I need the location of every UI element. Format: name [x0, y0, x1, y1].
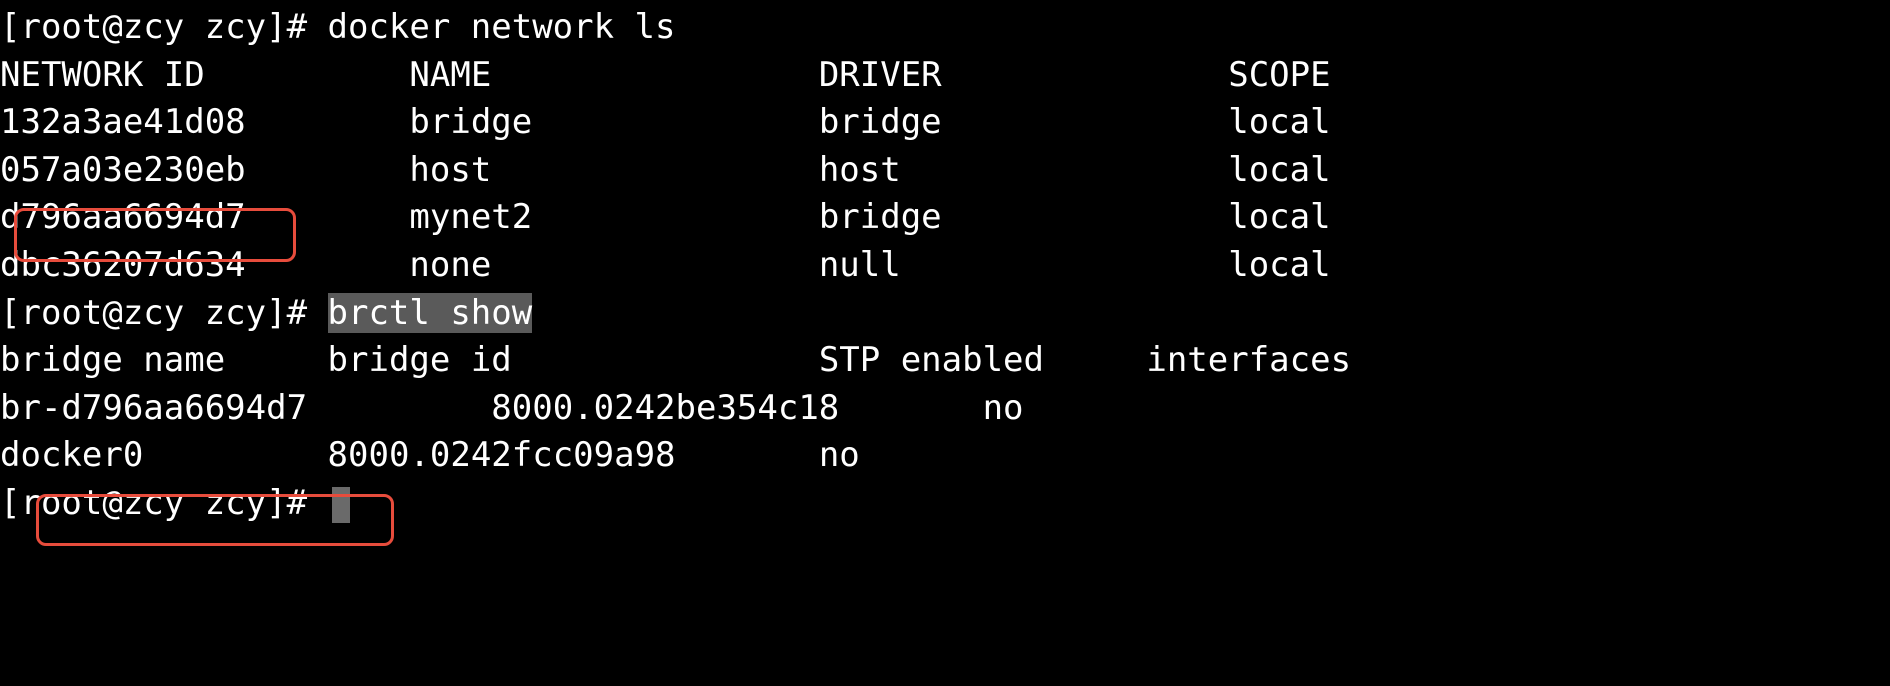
cursor — [332, 487, 350, 523]
shell-prompt: [root@zcy zcy]# — [0, 7, 328, 47]
cell-scope: local — [1228, 150, 1330, 190]
cell-stp: no — [819, 435, 860, 475]
cell-scope: local — [1228, 245, 1330, 285]
cell-id: 057a03e230eb — [0, 150, 246, 190]
cell-scope: local — [1228, 102, 1330, 142]
col-network-id: NETWORK ID — [0, 55, 205, 95]
cell-bridge-name: docker0 — [0, 435, 143, 475]
terminal-line[interactable]: [root@zcy zcy]# — [0, 480, 1890, 528]
cell-id: d796aa6694d7 — [0, 197, 246, 237]
terminal-line: [root@zcy zcy]# brctl show — [0, 290, 1890, 338]
col-driver: DRIVER — [819, 55, 942, 95]
cell-driver: host — [819, 150, 901, 190]
col-interfaces: interfaces — [1146, 340, 1351, 380]
brctl-row: docker0 8000.0242fcc09a98 no — [0, 432, 1890, 480]
cell-bridge-id: 8000.0242fcc09a98 — [328, 435, 676, 475]
cell-driver: bridge — [819, 197, 942, 237]
command-text-highlighted: brctl show — [328, 293, 533, 333]
cell-bridge-name: br-d796aa6694d7 — [0, 388, 307, 428]
col-bridge-id: bridge id — [328, 340, 512, 380]
command-text: docker network ls — [328, 7, 676, 47]
docker-network-row: 132a3ae41d08 bridge bridge local — [0, 99, 1890, 147]
brctl-row: br-d796aa6694d7 8000.0242be354c18 no — [0, 385, 1890, 433]
cell-name: bridge — [409, 102, 532, 142]
docker-network-row: 057a03e230eb host host local — [0, 147, 1890, 195]
col-scope: SCOPE — [1228, 55, 1330, 95]
shell-prompt: [root@zcy zcy]# — [0, 483, 328, 523]
cell-name: host — [409, 150, 491, 190]
terminal-line: [root@zcy zcy]# docker network ls — [0, 4, 1890, 52]
cell-id: 132a3ae41d08 — [0, 102, 246, 142]
docker-network-header: NETWORK ID NAME DRIVER SCOPE — [0, 52, 1890, 100]
cell-driver: bridge — [819, 102, 942, 142]
shell-prompt: [root@zcy zcy]# — [0, 293, 328, 333]
docker-network-row: d796aa6694d7 mynet2 bridge local — [0, 194, 1890, 242]
cell-name: none — [409, 245, 491, 285]
col-stp: STP enabled — [819, 340, 1044, 380]
cell-scope: local — [1228, 197, 1330, 237]
col-bridge-name: bridge name — [0, 340, 225, 380]
cell-name: mynet2 — [409, 197, 532, 237]
col-name: NAME — [409, 55, 491, 95]
cell-id: dbc36207d634 — [0, 245, 246, 285]
docker-network-row: dbc36207d634 none null local — [0, 242, 1890, 290]
cell-driver: null — [819, 245, 901, 285]
cell-bridge-id: 8000.0242be354c18 — [491, 388, 839, 428]
brctl-header: bridge name bridge id STP enabled interf… — [0, 337, 1890, 385]
cell-stp: no — [983, 388, 1024, 428]
